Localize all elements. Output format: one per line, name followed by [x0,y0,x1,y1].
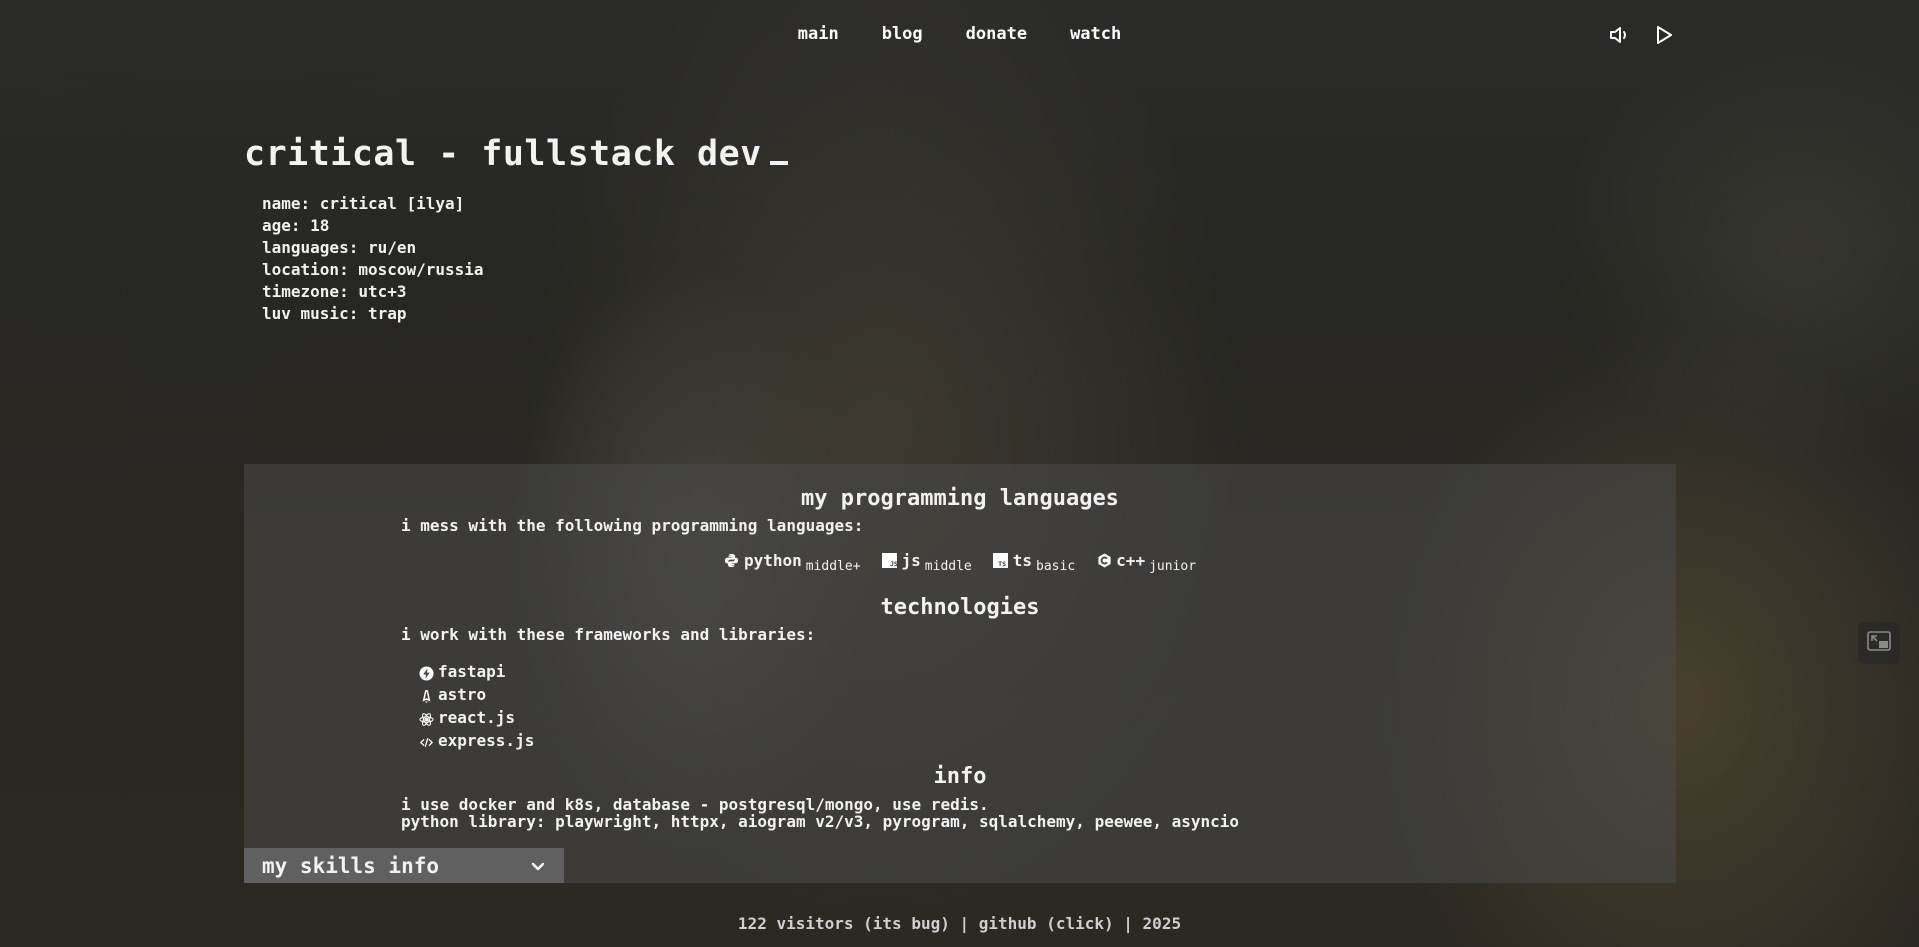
technologies-intro: i work with these frameworks and librari… [401,625,816,644]
footer-separator: | [1123,914,1133,933]
language-name: js [901,550,921,570]
language-level: basic [1036,558,1076,574]
github-link[interactable]: github (click) [979,914,1114,933]
nav-main-link[interactable]: main [798,24,839,44]
page-title: critical - fullstack dev [244,134,788,174]
tech-name: fastapi [438,662,506,681]
profile-languages: languages: ru/en [262,238,417,257]
profile-location: location: moscow/russia [262,260,484,279]
language-name: python [743,550,802,570]
tech-fastapi: fastapi [418,660,534,683]
code-icon [418,735,434,751]
nav-blog-link[interactable]: blog [882,24,923,44]
language-level: middle+ [805,558,861,574]
profile-age: age: 18 [262,216,330,235]
languages-list: python middle+ JS js middle TS ts basic … [244,550,1676,574]
info-line: i use docker and k8s, database - postgre… [401,795,989,814]
technologies-list: fastapi astro react.js express.js [418,660,534,752]
footer-separator: | [959,914,970,933]
react-icon [418,712,434,728]
languages-intro: i mess with the following programming la… [401,516,864,535]
cpp-icon [1096,552,1112,568]
info-text: i use docker and k8s, database - postgre… [401,796,1239,830]
tech-name: react.js [438,708,516,727]
info-heading: info [933,764,987,789]
language-level: middle [924,558,972,574]
footer-year: 2025 [1142,914,1182,933]
technologies-heading: technologies [880,595,1040,620]
language-name: ts [1012,550,1033,570]
visitor-counter: 122 visitors (its bug) [737,914,950,933]
svg-text:TS: TS [998,560,1006,568]
typing-cursor [769,161,788,165]
language-level: junior [1149,558,1197,574]
language-ts: TS ts basic [993,550,1075,574]
play-icon[interactable] [1650,22,1676,48]
picture-in-picture-button[interactable] [1858,622,1900,664]
nav-donate-link[interactable]: donate [966,24,1027,44]
language-python: python middle+ [724,550,861,574]
tech-express: express.js [418,729,534,752]
fastapi-icon [418,666,434,682]
tech-astro: astro [418,683,534,706]
skills-toggle-label: my skills info [262,853,440,878]
picture-in-picture-icon [1867,631,1891,655]
skills-toggle-button[interactable]: my skills info [244,848,564,883]
info-line: python library: playwright, httpx, aiogr… [401,812,1240,831]
js-icon: JS [882,552,898,568]
profile-timezone: timezone: utc+3 [262,282,407,301]
profile-info: name: critical [ilya] age: 18 languages:… [262,193,484,325]
tech-react: react.js [418,706,534,729]
volume-icon[interactable] [1606,22,1632,48]
nav-watch-link[interactable]: watch [1070,24,1121,44]
python-icon [724,552,740,568]
page-title-text: critical - fullstack dev [244,134,762,174]
language-cpp: c++ junior [1096,550,1196,574]
languages-heading: my programming languages [801,486,1119,511]
footer: 122 visitors (its bug) | github (click) … [0,914,1919,933]
chevron-down-icon [530,854,546,878]
profile-name: name: critical [ilya] [262,194,465,213]
tech-name: astro [438,685,487,704]
ts-icon: TS [993,552,1009,568]
svg-text:JS: JS [890,560,897,568]
tech-name: express.js [438,731,535,750]
language-name: c++ [1116,550,1146,570]
astro-icon [418,689,434,705]
profile-music: luv music: trap [262,304,407,323]
media-controls [1606,22,1676,48]
skills-panel: my programming languages i mess with the… [244,464,1676,883]
language-js: JS js middle [882,550,972,574]
